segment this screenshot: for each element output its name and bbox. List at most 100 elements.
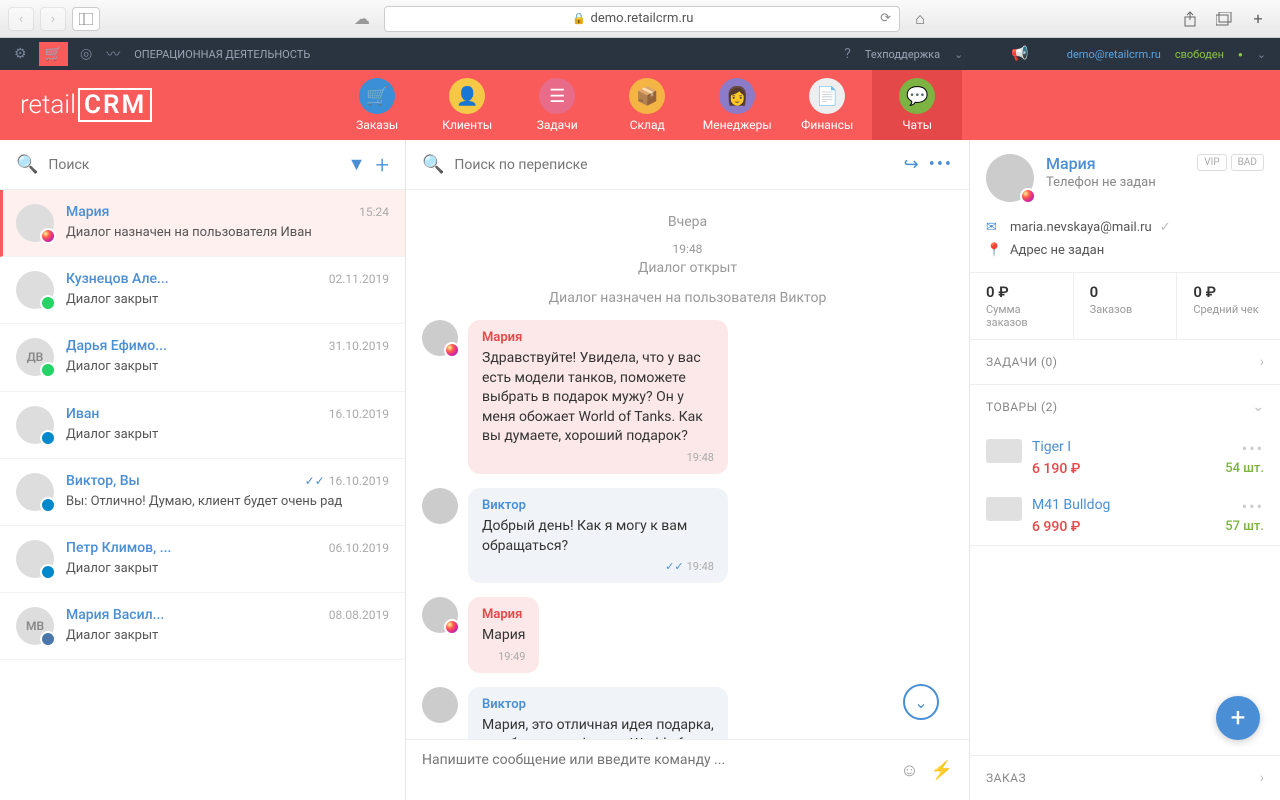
chevron-down-icon[interactable]: ⌄ [1257,48,1266,61]
chat-preview: Диалог закрыт [66,426,389,444]
person-icon: 👤 [449,78,485,114]
nav-chats[interactable]: 💬Чаты [872,70,962,140]
client-address: Адрес не задан [1010,243,1104,258]
messages: Вчера 19:48 Диалог открыт Диалог назначе… [406,190,969,739]
manager-icon: 👩 [719,78,755,114]
nav-clients[interactable]: 👤Клиенты [422,70,512,140]
chat-date: 06.10.2019 [329,541,389,555]
message-text: Мария, это отличная идея подарка, тем бо… [482,716,714,739]
product-price: 6 990 ₽ [1032,519,1080,535]
chevron-down-icon: ⌄ [1252,399,1264,415]
tag-bad[interactable]: BAD [1231,154,1264,171]
message-row: Мария Мария 19:49 [422,597,953,673]
chat-date: 15:24 [359,205,389,219]
nav-orders[interactable]: 🛒Заказы [332,70,422,140]
more-icon[interactable]: ••• [1242,439,1264,458]
product-price: 6 190 ₽ [1032,461,1080,477]
chat-item[interactable]: МВ Мария Васил...08.08.2019 Диалог закры… [0,593,405,660]
filter-icon[interactable]: ▼ [348,154,366,175]
more-icon[interactable]: ••• [1242,497,1264,516]
chat-item[interactable]: Иван16.10.2019 Диалог закрыт [0,392,405,459]
nav-warehouse[interactable]: 📦Склад [602,70,692,140]
scroll-down-button[interactable]: ⌄ [903,684,939,720]
bolt-icon[interactable]: ⚡ [931,760,953,781]
instagram-badge-icon [444,342,460,358]
forward-button[interactable]: › [40,7,66,31]
nav-finance[interactable]: 📄Финансы [782,70,872,140]
chat-item[interactable]: Петр Климов, ...06.10.2019 Диалог закрыт [0,526,405,593]
products-section[interactable]: ТОВАРЫ (2) ⌄ [970,385,1280,429]
chat-name: Мария [66,204,109,220]
list-icon: ☰ [539,78,575,114]
message-time: 19:49 [482,650,525,663]
chat-date: 02.11.2019 [329,272,389,286]
refresh-icon[interactable]: ⟳ [880,11,891,26]
chat-date: 31.10.2019 [329,339,389,353]
order-section[interactable]: ЗАКАЗ › [970,755,1280,800]
back-button[interactable]: ‹ [8,7,34,31]
url-bar[interactable]: 🔒 demo.retailcrm.ru ⟳ [384,6,900,32]
client-email[interactable]: maria.nevskaya@mail.ru [1010,220,1152,235]
cart-icon[interactable]: 🛒 [39,42,68,66]
main-nav: retailCRM 🛒Заказы 👤Клиенты ☰Задачи 📦Скла… [0,70,1280,140]
url-text: demo.retailcrm.ru [591,11,694,26]
new-chat-button[interactable]: + [375,151,389,179]
gear-icon[interactable]: ⚙ [14,46,27,62]
sidebar-toggle-button[interactable] [72,7,100,31]
product-item: Tiger I 6 190 ₽54 шт. ••• [970,429,1280,487]
chart-icon[interactable]: 〰 [106,44,120,64]
help-icon[interactable]: ? [844,46,851,62]
chat-search-input[interactable] [48,157,337,173]
add-button[interactable]: + [1216,696,1260,740]
chat-item[interactable]: ДВ Дарья Ефимо...31.10.2019 Диалог закры… [0,324,405,391]
chat-date: ✓✓16.10.2019 [305,474,389,488]
message-sender: Мария [482,607,525,622]
pin-icon: 📍 [986,243,1002,258]
chat-item[interactable]: Кузнецов Але...02.11.2019 Диалог закрыт [0,257,405,324]
forward-icon[interactable]: ↪ [904,154,919,175]
more-icon[interactable]: ••• [929,154,953,175]
stat-sum: 0 ₽ [986,283,1057,301]
chat-preview: Диалог назначен на пользователя Иван [66,224,389,242]
tabs-button[interactable] [1210,7,1238,31]
home-button[interactable]: ⌂ [906,7,934,31]
message-input[interactable] [422,752,888,788]
product-image [986,497,1022,521]
client-name[interactable]: Мария [1046,154,1185,173]
chevron-down-icon[interactable]: ⌄ [954,48,963,61]
wa-badge-icon [40,295,56,311]
tg-badge-icon [40,497,56,513]
megaphone-icon[interactable]: 📢 [1011,46,1028,62]
chat-name: Иван [66,406,99,422]
chat-item[interactable]: Мария 15:24 Диалог назначен на пользовате… [0,190,405,257]
message-text: Мария [482,626,525,646]
tag-vip[interactable]: VIP [1197,154,1226,171]
email-icon: ✉ [986,220,1002,235]
support-link[interactable]: Техподдержка [865,48,940,61]
nav-managers[interactable]: 👩Менеджеры [692,70,782,140]
system-time: 19:48 [422,242,953,256]
emoji-icon[interactable]: ☺ [900,760,918,781]
avatar [422,320,458,356]
new-tab-button[interactable]: + [1244,7,1272,31]
user-email[interactable]: demo@retailcrm.ru [1067,48,1161,61]
conversation-search-input[interactable] [454,157,893,173]
message-time: 19:48 [482,451,714,464]
chat-preview: Вы: Отлично! Думаю, клиент будет очень р… [66,493,389,511]
tasks-section[interactable]: ЗАДАЧИ (0) › [970,340,1280,384]
message-text: Добрый день! Как я могу к вам обращаться… [482,517,714,556]
product-name[interactable]: Tiger I [1032,439,1264,455]
product-name[interactable]: M41 Bulldog [1032,497,1264,513]
message-sender: Мария [482,330,714,345]
logo[interactable]: retailCRM [20,88,152,122]
check-icon: ✓ [1160,220,1171,235]
chat-item[interactable]: Виктор, Вы✓✓16.10.2019 Вы: Отлично! Дума… [0,459,405,526]
system-message: Диалог назначен на пользователя Виктор [422,290,953,306]
message-bubble: Виктор Добрый день! Как я могу к вам обр… [468,488,728,583]
client-address-row: 📍 Адрес не задан [970,239,1280,262]
nav-tasks[interactable]: ☰Задачи [512,70,602,140]
share-button[interactable] [1176,7,1204,31]
avatar [16,204,54,242]
target-icon[interactable]: ◎ [80,46,92,62]
client-stats: 0 ₽Сумма заказов 0Заказов 0 ₽Средний чек [970,272,1280,340]
